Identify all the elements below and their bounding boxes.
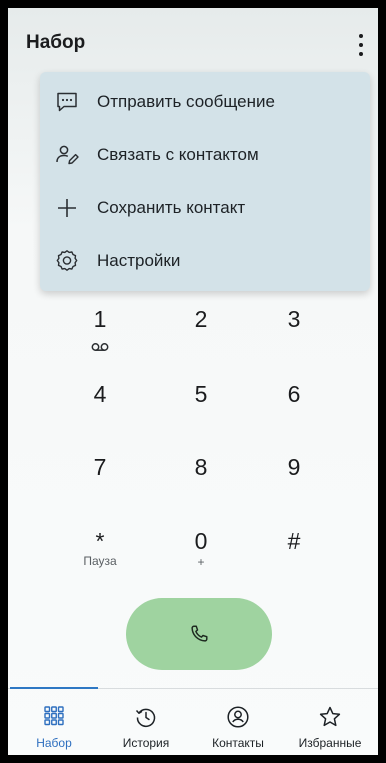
settings-icon <box>56 250 78 271</box>
key-6[interactable]: 6 <box>254 375 334 435</box>
nav-label: Контакты <box>212 736 264 750</box>
menu-item-label: Отправить сообщение <box>97 92 275 111</box>
key-digit: 3 <box>287 306 301 332</box>
nav-item-history[interactable]: История <box>100 689 192 755</box>
key-hash[interactable]: # <box>254 520 334 580</box>
key-digit: 5 <box>194 381 208 407</box>
key-star[interactable]: * Пауза <box>60 520 140 580</box>
key-digit: 4 <box>93 381 107 407</box>
key-0[interactable]: 0 + <box>161 520 241 580</box>
key-5[interactable]: 5 <box>161 375 241 435</box>
key-digit: 0 <box>194 528 208 554</box>
key-digit: 8 <box>194 454 208 480</box>
key-3[interactable]: 3 <box>254 300 334 360</box>
nav-label: История <box>122 736 170 750</box>
key-digit: 2 <box>194 306 208 332</box>
menu-item-send-message[interactable]: Отправить сообщение <box>40 76 370 128</box>
menu-item-link-contact[interactable]: Связать с контактом <box>40 129 370 181</box>
menu-item-label: Настройки <box>97 251 181 270</box>
key-9[interactable]: 9 <box>254 448 334 508</box>
contacts-icon <box>227 706 249 728</box>
nav-item-dialpad[interactable]: Набор <box>8 689 100 755</box>
dialpad-icon <box>44 706 64 726</box>
phone-icon <box>191 625 208 642</box>
key-digit: * <box>95 528 105 554</box>
call-button[interactable] <box>126 598 272 670</box>
link-contact-icon <box>56 145 79 165</box>
bottom-nav: Набор История Контакты Избранные <box>8 689 378 755</box>
nav-label: Набор <box>36 736 72 750</box>
menu-item-save-contact[interactable]: Сохранить контакт <box>40 182 370 234</box>
nav-item-favorites[interactable]: Избранные <box>284 689 376 755</box>
key-digit: 6 <box>287 381 301 407</box>
key-digit: 7 <box>93 454 107 480</box>
key-digit: # <box>287 528 301 554</box>
key-8[interactable]: 8 <box>161 448 241 508</box>
key-7[interactable]: 7 <box>60 448 140 508</box>
key-sub-label: Пауза <box>83 554 117 568</box>
plus-icon <box>58 199 76 217</box>
key-4[interactable]: 4 <box>60 375 140 435</box>
menu-item-label: Сохранить контакт <box>97 198 246 217</box>
voicemail-icon <box>91 343 109 351</box>
key-sub-label: + <box>197 555 205 569</box>
nav-label: Избранные <box>298 736 362 750</box>
message-icon <box>57 92 77 112</box>
history-icon <box>135 708 156 728</box>
star-icon <box>319 706 341 727</box>
nav-item-contacts[interactable]: Контакты <box>192 689 284 755</box>
menu-item-label: Связать с контактом <box>97 145 259 164</box>
dialer-screen: Набор 1 2 3 4 5 6 7 8 9 * Пауза 0 + # От… <box>8 8 378 755</box>
key-digit: 9 <box>287 454 301 480</box>
key-2[interactable]: 2 <box>161 300 241 360</box>
key-digit: 1 <box>93 306 107 332</box>
menu-item-settings[interactable]: Настройки <box>40 235 370 287</box>
overflow-menu: Отправить сообщение Связать с контактом … <box>40 72 370 291</box>
key-1[interactable]: 1 <box>60 300 140 360</box>
